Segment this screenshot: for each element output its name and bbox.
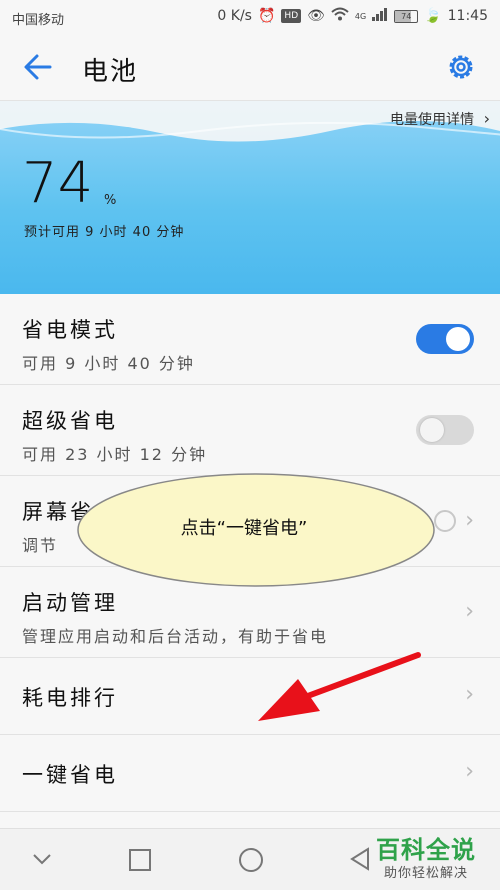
battery-percent: 74 (22, 151, 94, 216)
alarm-icon: ⏰ (257, 8, 276, 24)
leaf-icon: 🍃 (424, 8, 442, 24)
clock: 11:45 (447, 8, 488, 24)
chevron-right-icon[interactable]: › (484, 109, 490, 128)
remaining-time-estimate: 预计可用 9 小时 40 分钟 (24, 225, 185, 240)
gear-icon[interactable] (446, 52, 476, 82)
eye-icon: 👁 (307, 8, 325, 24)
watermark-subtitle: 助你轻松解决 (384, 866, 469, 881)
callout-text: 点击“一键省电” (180, 518, 308, 539)
signal-icon (372, 7, 388, 25)
back-triangle-icon[interactable] (348, 846, 372, 872)
item-subtitle: 调节 (22, 536, 59, 555)
list-item-ultra-power-saving[interactable]: 超级省电 可用 23 小时 12 分钟 (0, 385, 500, 476)
item-title: 超级省电 (22, 409, 118, 433)
percent-sign: % (104, 193, 117, 208)
hd-badge: HD (281, 9, 302, 23)
network-type: 4G (354, 11, 367, 21)
item-title: 耗电排行 (22, 686, 118, 710)
wifi-icon (331, 7, 349, 25)
item-title: 启动管理 (22, 591, 118, 615)
watermark-title: 百科全说 (376, 836, 476, 864)
watermark: 百科全说 助你轻松解决 (376, 830, 496, 885)
status-icons: 0 K/s ⏰ HD 👁 4G 74 🍃 11:45 (217, 7, 488, 25)
power-saving-toggle[interactable] (416, 324, 474, 354)
battery-icon: 74 (394, 9, 419, 23)
chevron-right-icon: › (465, 759, 474, 784)
item-title: 省电模式 (22, 318, 118, 342)
item-subtitle: 可用 23 小时 12 分钟 (22, 445, 208, 464)
battery-summary: 电量使用详情 › 74 % 预计可用 9 小时 40 分钟 (0, 101, 500, 294)
list-item-one-tap-optimize[interactable]: 一键省电 › (0, 735, 500, 812)
list-item-power-saving[interactable]: 省电模式 可用 9 小时 40 分钟 (0, 294, 500, 385)
item-subtitle: 可用 9 小时 40 分钟 (22, 354, 195, 373)
carrier-label: 中国移动 (12, 13, 65, 28)
arrow-left-icon[interactable] (22, 52, 54, 82)
recent-apps-icon[interactable] (129, 849, 151, 871)
ultra-power-saving-toggle[interactable] (416, 415, 474, 445)
network-speed: 0 K/s (217, 8, 252, 24)
annotation-arrow (258, 652, 421, 721)
home-icon[interactable] (239, 848, 263, 872)
status-bar: 中国移动 0 K/s ⏰ HD 👁 4G 74 🍃 11:45 (0, 0, 500, 34)
chevron-right-icon: › (465, 508, 474, 533)
page-title: 电池 (82, 57, 139, 87)
chevron-right-icon: › (465, 682, 474, 707)
chevron-down-icon[interactable] (30, 847, 54, 871)
app-bar: 电池 (0, 34, 500, 101)
chevron-right-icon: › (465, 599, 474, 624)
item-subtitle: 管理应用启动和后台活动，有助于省电 (22, 627, 329, 646)
item-title: 一键省电 (22, 763, 118, 787)
usage-details-link[interactable]: 电量使用详情 (390, 109, 474, 129)
